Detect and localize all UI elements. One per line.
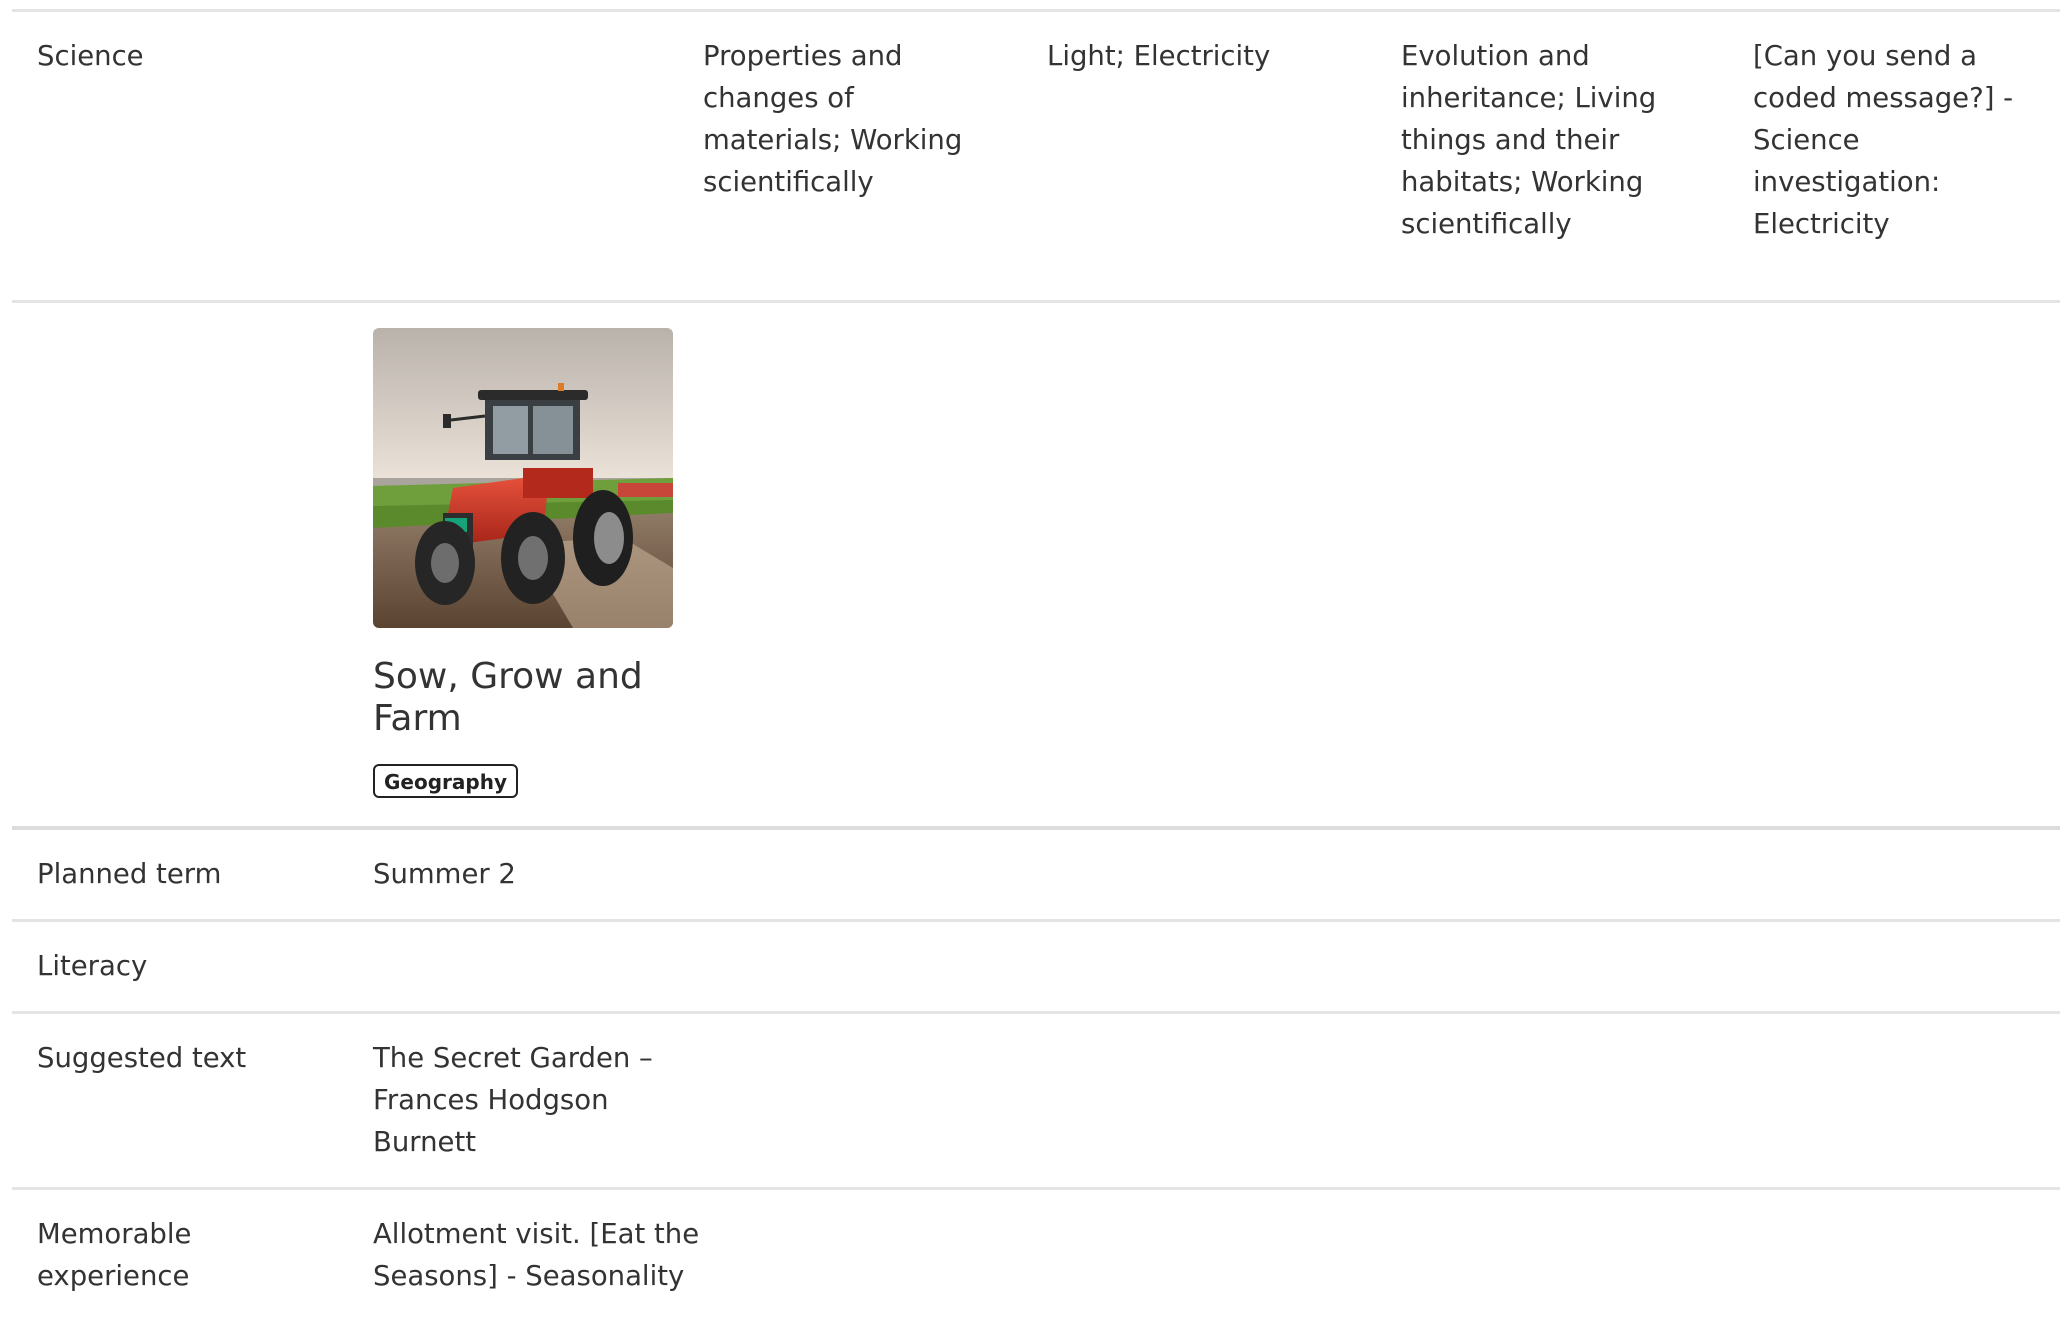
- table-divider: [12, 826, 2060, 830]
- science-cell-4: [Can you send a coded message?] - Scienc…: [1753, 40, 2014, 240]
- curriculum-table: Science Properties and changes of materi…: [0, 0, 2060, 1319]
- suggested-text-value: The Secret Garden – Frances Hodgson Burn…: [373, 1042, 653, 1158]
- table-divider: [12, 1011, 2060, 1014]
- science-cell-1: Properties and changes of materials; Wor…: [703, 40, 963, 198]
- table-divider: [12, 919, 2060, 922]
- row-label-science: Science: [37, 40, 144, 72]
- tractor-image[interactable]: [373, 328, 673, 628]
- planned-term-value: Summer 2: [373, 858, 516, 890]
- row-label-literacy: Literacy: [37, 950, 148, 982]
- table-divider: [12, 9, 2060, 12]
- row-label-planned-term: Planned term: [37, 858, 222, 890]
- memorable-experience-value: Allotment visit. [Eat the Seasons] - Sea…: [373, 1218, 700, 1292]
- row-label-memorable-experience: Memorable experience: [37, 1218, 192, 1292]
- table-divider: [12, 300, 2060, 303]
- topic-title[interactable]: Sow, Grow and Farm: [373, 656, 693, 740]
- row-label-suggested-text: Suggested text: [37, 1042, 247, 1074]
- science-cell-2: Light; Electricity: [1047, 40, 1271, 72]
- table-divider: [12, 1187, 2060, 1190]
- subject-tag: Geography: [373, 764, 518, 798]
- science-cell-3: Evolution and inheritance; Living things…: [1401, 40, 1657, 240]
